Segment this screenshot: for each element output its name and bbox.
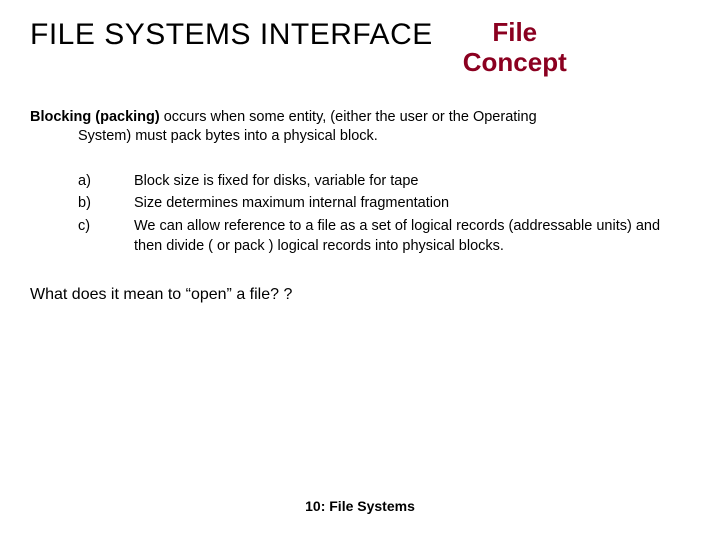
intro-paragraph: Blocking (packing) occurs when some enti… xyxy=(30,108,690,147)
intro-text-line2: System) must pack bytes into a physical … xyxy=(30,127,690,147)
list-item: a) Block size is fixed for disks, variab… xyxy=(78,171,690,191)
list-marker: b) xyxy=(78,193,134,213)
list-text: We can allow reference to a file as a se… xyxy=(134,216,690,257)
intro-bold-term: Blocking (packing) xyxy=(30,109,160,125)
slide-content: Blocking (packing) occurs when some enti… xyxy=(0,78,720,304)
list-text: Size determines maximum internal fragmen… xyxy=(134,193,690,213)
list-marker: a) xyxy=(78,171,134,191)
main-title: FILE SYSTEMS INTERFACE xyxy=(30,18,433,52)
question-text: What does it mean to “open” a file? ? xyxy=(30,286,690,304)
list-marker: c) xyxy=(78,216,134,236)
list-item: b) Size determines maximum internal frag… xyxy=(78,193,690,213)
side-title-line2: Concept xyxy=(463,47,567,77)
list-item: c) We can allow reference to a file as a… xyxy=(78,216,690,257)
slide-header: FILE SYSTEMS INTERFACE File Concept xyxy=(0,0,720,78)
ordered-list: a) Block size is fixed for disks, variab… xyxy=(30,171,690,256)
side-title-line1: File xyxy=(492,17,537,47)
list-text: Block size is fixed for disks, variable … xyxy=(134,171,690,191)
intro-text-line1: occurs when some entity, (either the use… xyxy=(160,109,537,125)
slide-footer: 10: File Systems xyxy=(0,498,720,514)
side-title: File Concept xyxy=(463,18,567,78)
